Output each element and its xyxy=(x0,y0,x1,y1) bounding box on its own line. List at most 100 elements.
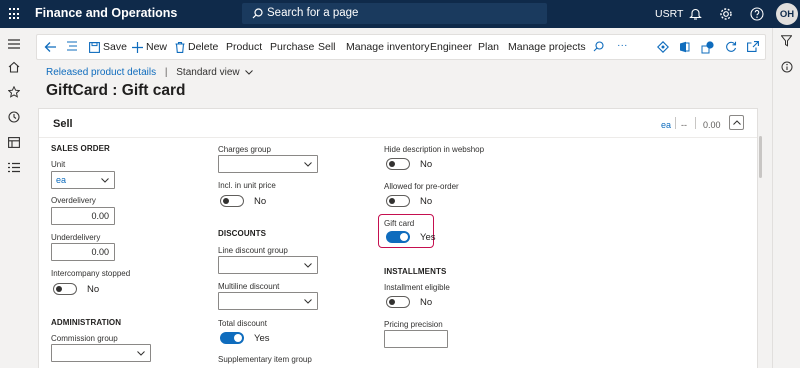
breadcrumb-link[interactable]: Released product details xyxy=(46,67,156,78)
gift-card-toggle[interactable]: Yes xyxy=(386,231,436,243)
unit-label: Unit xyxy=(51,160,66,169)
action-pane: Save New Delete Product Purchase Sell Ma… xyxy=(36,34,766,60)
app-title[interactable]: Finance and Operations xyxy=(35,6,177,20)
charges-group-select[interactable] xyxy=(218,155,318,173)
refresh-icon[interactable] xyxy=(725,41,737,56)
unit-select[interactable]: ea xyxy=(51,171,115,189)
tab-manage-inventory[interactable]: Manage inventory xyxy=(346,41,429,53)
incl-unit-price-toggle[interactable]: No xyxy=(220,195,266,207)
tab-engineer[interactable]: Engineer xyxy=(430,41,472,53)
hide-description-toggle[interactable]: No xyxy=(386,158,432,170)
new-button[interactable]: New xyxy=(132,41,167,53)
back-arrow-icon[interactable] xyxy=(44,41,57,56)
action-menu-icon[interactable] xyxy=(66,41,78,54)
commission-select[interactable] xyxy=(51,344,151,362)
line-discount-label: Line discount group xyxy=(218,246,288,255)
company-picker[interactable]: USRT xyxy=(655,8,683,20)
intercompany-toggle[interactable]: No xyxy=(53,283,99,295)
home-icon[interactable] xyxy=(8,60,20,78)
tab-purchase[interactable]: Purchase xyxy=(270,41,314,53)
chevron-down-icon xyxy=(101,178,109,183)
toggle-value: Yes xyxy=(420,231,436,243)
left-nav-pane xyxy=(0,28,30,368)
delete-button[interactable]: Delete xyxy=(175,41,218,53)
pre-order-label: Allowed for pre-order xyxy=(384,182,459,191)
overdelivery-input[interactable]: 0.00 xyxy=(51,207,115,225)
pricing-precision-input[interactable] xyxy=(384,330,448,348)
help-icon[interactable] xyxy=(750,7,764,21)
pre-order-toggle[interactable]: No xyxy=(386,195,432,207)
fasttab-title: Sell xyxy=(53,118,73,130)
installment-eligible-toggle[interactable]: No xyxy=(386,296,432,308)
fasttab-header[interactable]: Sell ea -- 0.00 xyxy=(39,109,757,138)
chevron-down-icon xyxy=(245,70,254,75)
top-nav-bar: Finance and Operations Search for a page… xyxy=(0,0,800,28)
group-installments: INSTALLMENTS xyxy=(384,267,447,276)
toggle-value: No xyxy=(254,195,267,207)
add-icon xyxy=(132,41,143,53)
tab-sell[interactable]: Sell xyxy=(318,41,336,53)
unit-value: ea xyxy=(56,175,67,185)
recent-clock-icon[interactable] xyxy=(8,110,20,128)
group-discounts: DISCOUNTS xyxy=(218,229,267,238)
view-label: Standard view xyxy=(176,67,240,78)
delete-label: Delete xyxy=(188,41,219,53)
group-sales-order: SALES ORDER xyxy=(51,144,110,153)
hide-description-label: Hide description in webshop xyxy=(384,145,485,154)
chevron-down-icon xyxy=(304,162,312,167)
incl-unit-price-label: Incl. in unit price xyxy=(218,181,276,190)
total-discount-toggle[interactable]: Yes xyxy=(220,332,270,344)
power-apps-icon[interactable] xyxy=(657,41,669,56)
more-options-button[interactable]: ··· xyxy=(617,39,628,51)
toggle-switch xyxy=(386,195,410,207)
bell-icon[interactable] xyxy=(689,7,702,21)
options-icon[interactable] xyxy=(781,60,793,78)
underdelivery-label: Underdelivery xyxy=(51,233,101,242)
scrollbar-thumb[interactable] xyxy=(759,136,762,178)
hamburger-menu-icon[interactable] xyxy=(8,36,20,54)
tab-product[interactable]: Product xyxy=(226,41,262,53)
group-administration: ADMINISTRATION xyxy=(51,318,122,327)
underdelivery-input[interactable]: 0.00 xyxy=(51,243,115,261)
action-search-icon[interactable] xyxy=(593,41,604,55)
collapse-button[interactable] xyxy=(729,115,744,130)
attachments-icon[interactable] xyxy=(701,41,715,57)
save-label: Save xyxy=(103,41,127,53)
intercompany-label: Intercompany stopped xyxy=(51,269,131,278)
save-button[interactable]: Save xyxy=(89,41,127,53)
open-new-window-icon[interactable] xyxy=(747,41,759,55)
tab-manage-projects[interactable]: Manage projects xyxy=(508,41,586,53)
toggle-value: No xyxy=(420,195,433,207)
view-selector[interactable]: Standard view xyxy=(176,67,254,78)
summary-unit: ea xyxy=(661,120,672,130)
new-label: New xyxy=(146,41,168,53)
app-launcher-icon[interactable] xyxy=(9,8,21,20)
toggle-switch xyxy=(386,231,410,243)
toggle-value: No xyxy=(420,158,433,170)
toggle-value: No xyxy=(87,283,100,295)
toggle-switch xyxy=(220,332,244,344)
workspaces-icon[interactable] xyxy=(8,135,20,153)
toggle-value: Yes xyxy=(254,332,270,344)
tab-plan[interactable]: Plan xyxy=(478,41,499,53)
user-avatar[interactable]: OH xyxy=(776,3,798,25)
line-discount-select[interactable] xyxy=(218,256,318,274)
charges-group-label: Charges group xyxy=(218,145,271,154)
office-icon[interactable] xyxy=(679,41,690,56)
page-title: GiftCard : Gift card xyxy=(46,82,186,99)
search-box[interactable]: Search for a page xyxy=(242,3,547,24)
overdelivery-label: Overdelivery xyxy=(51,196,96,205)
modules-list-icon[interactable] xyxy=(8,160,20,178)
summary-dash: -- xyxy=(681,120,687,130)
breadcrumb-separator: | xyxy=(164,67,168,78)
breadcrumb: Released product details | Standard view xyxy=(46,67,254,78)
toggle-switch xyxy=(386,296,410,308)
chevron-up-icon xyxy=(732,120,741,125)
gear-icon[interactable] xyxy=(719,7,733,21)
favorites-star-icon[interactable] xyxy=(7,85,21,103)
pricing-precision-label: Pricing precision xyxy=(384,320,443,329)
supplementary-group-label: Supplementary item group xyxy=(218,355,312,364)
filter-icon[interactable] xyxy=(780,34,793,52)
multiline-discount-select[interactable] xyxy=(218,292,318,310)
installment-eligible-label: Installment eligible xyxy=(384,283,450,292)
